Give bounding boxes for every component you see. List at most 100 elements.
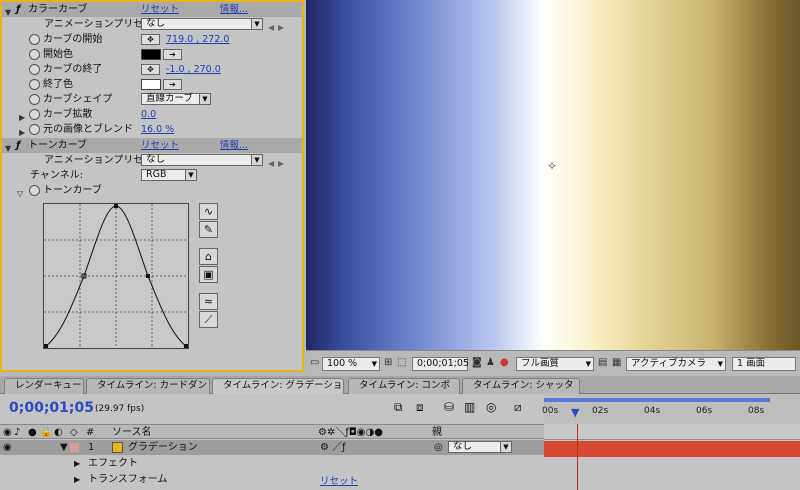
open-folder-icon[interactable]: ⌂ (199, 248, 218, 265)
tab-timeline-comp1[interactable]: タイムライン: コンポ 1 (348, 378, 460, 405)
column-source-name[interactable]: ソース名 (112, 425, 152, 440)
monitor-icon[interactable]: ▭ (310, 357, 319, 368)
time-ruler[interactable]: 00s 02s 04s 06s 08s ▼ (542, 394, 800, 424)
reset-linear-icon[interactable]: ⟋ (199, 311, 218, 328)
layer-row[interactable]: ◉ ▼ 1 グラデーション ⚙ ／ƒ ◎ なし ▼ (0, 440, 544, 455)
eyedropper-icon[interactable]: ➔ (163, 79, 182, 90)
stopwatch-icon[interactable] (29, 94, 40, 105)
current-time-indicator[interactable] (577, 424, 578, 490)
eye-icon[interactable]: ◉ (3, 440, 12, 455)
channel-icon[interactable]: ● (500, 357, 509, 368)
roi-icon[interactable]: ▤ (598, 357, 607, 368)
stopwatch-icon[interactable] (29, 64, 40, 75)
transform-reset-link[interactable]: リセット (320, 473, 358, 487)
stopwatch-icon[interactable] (29, 34, 40, 45)
tone-preset-dropdown[interactable]: なし ▼ (141, 154, 263, 166)
color-curve-reset-link[interactable]: リセット (141, 2, 179, 17)
snapshot-icon[interactable]: ◙ (472, 357, 482, 368)
label-column-icon[interactable]: ◇ (70, 425, 78, 440)
motion-blur-icon[interactable]: ◎ (486, 400, 496, 414)
views-dropdown[interactable]: 1 画面 (732, 357, 796, 371)
track-header-area (544, 424, 800, 440)
transform-group-row[interactable]: ▶ トランスフォーム リセット (0, 472, 544, 487)
tab-timeline-shutter[interactable]: タイムライン: シャッター (462, 378, 580, 405)
layer-duration-bar[interactable] (544, 441, 800, 457)
transparency-grid-icon[interactable]: ▦ (612, 357, 621, 368)
stopwatch-icon[interactable] (29, 124, 40, 135)
curve-end-value[interactable]: -1.0 , 270.0 (166, 62, 221, 77)
chevron-down-icon: ▼ (251, 155, 262, 165)
channel-dropdown[interactable]: RGB ▼ (141, 169, 197, 181)
tone-curve-graph[interactable] (43, 203, 189, 349)
ruler-tick-label: 02s (592, 406, 609, 416)
safe-margins-icon[interactable]: ⊞ (384, 357, 392, 368)
curve-point[interactable] (146, 274, 150, 278)
tab-render-queue[interactable]: レンダーキュー (4, 378, 84, 394)
column-parent[interactable]: 親 (432, 425, 442, 440)
audio-icon[interactable]: ♪ (14, 425, 20, 440)
start-color-swatch[interactable] (141, 49, 161, 60)
expand-triangle-icon[interactable]: ▶ (74, 456, 80, 471)
frame-blending-icon[interactable]: ▥ (464, 400, 475, 414)
parent-dropdown[interactable]: なし ▼ (448, 441, 512, 453)
eyedropper-icon[interactable]: ➔ (163, 49, 182, 60)
curve-point[interactable] (44, 344, 48, 348)
stopwatch-icon[interactable] (29, 185, 40, 196)
end-color-swatch[interactable] (141, 79, 161, 90)
work-area-bar[interactable] (544, 398, 770, 402)
expand-triangle-icon[interactable]: ▼ (60, 440, 68, 455)
blend-value[interactable]: 16.0 % (141, 122, 174, 137)
tone-curve-header[interactable]: ▼ ƒ トーンカーブ リセット 情報... (2, 138, 302, 153)
tone-curve-info-link[interactable]: 情報... (220, 138, 248, 153)
tone-curve-title: トーンカーブ (28, 140, 87, 151)
live-update-icon[interactable]: ⧈ (416, 400, 424, 415)
show-snapshot-icon[interactable]: ♟ (486, 357, 495, 368)
composition-viewer[interactable]: ✧ (306, 0, 800, 350)
resolution-dropdown[interactable]: フル画質 ▼ (516, 357, 594, 371)
playhead-icon[interactable]: ▼ (571, 406, 579, 419)
fps-label: (29.97 fps) (95, 404, 145, 414)
layer-switches-icon[interactable]: ⚙✲＼ƒ◘◉◑● (318, 425, 383, 440)
draft-3d-icon[interactable]: ⛁ (444, 400, 454, 414)
crosshair-icon[interactable]: ✥ (141, 64, 160, 75)
shy-icon[interactable]: ◐ (54, 425, 63, 440)
layer-quality-icon[interactable]: ⚙ ／ƒ (320, 440, 346, 455)
graph-editor-icon[interactable]: ⧄ (514, 400, 522, 415)
expand-triangle-icon[interactable]: ▽ (17, 186, 23, 201)
tone-curve-reset-link[interactable]: リセット (141, 138, 179, 153)
expand-triangle-icon[interactable]: ▶ (74, 472, 80, 487)
save-icon[interactable]: ▣ (199, 266, 218, 283)
stopwatch-icon[interactable] (29, 109, 40, 120)
stopwatch-icon[interactable] (29, 49, 40, 60)
preset-dropdown[interactable]: なし ▼ (141, 18, 263, 30)
curve-point[interactable] (114, 204, 118, 208)
current-timecode[interactable]: 0;00;01;05 (9, 400, 94, 416)
column-number[interactable]: # (86, 425, 94, 440)
scatter-value[interactable]: 0.0 (141, 107, 156, 122)
smooth-icon[interactable]: ≈ (199, 293, 218, 310)
pencil-tool-icon[interactable]: ✎ (199, 221, 218, 238)
region-icon[interactable]: ⬚ (397, 357, 406, 368)
stopwatch-icon[interactable] (29, 79, 40, 90)
video-visibility-icon[interactable]: ◉ (3, 425, 12, 440)
color-curve-info-link[interactable]: 情報... (220, 2, 248, 17)
tab-timeline-card-dance[interactable]: タイムライン: カードダンス (86, 378, 210, 405)
effects-group-row[interactable]: ▶ エフェクト (0, 456, 544, 471)
curve-shape-dropdown[interactable]: 直線カーブ ▼ (141, 93, 211, 105)
parent-pickwhip-icon[interactable]: ◎ (434, 440, 443, 455)
color-curve-header[interactable]: ▼ ƒ カラーカーブ リセット 情報... (2, 2, 302, 17)
zoom-dropdown[interactable]: 100 % ▼ (322, 357, 380, 371)
anchor-crosshair-icon[interactable]: ✧ (547, 159, 557, 173)
camera-dropdown[interactable]: アクティブカメラ ▼ (626, 357, 726, 371)
comp-mini-flowchart-icon[interactable]: ⧉ (394, 400, 403, 415)
curve-point[interactable] (184, 344, 188, 348)
timecode-display[interactable]: 0;00;01;05 (412, 357, 469, 371)
curve-start-value[interactable]: 719.0 , 272.0 (166, 32, 229, 47)
bezier-curve-tool-icon[interactable]: ∿ (199, 203, 218, 220)
tab-timeline-gradation[interactable]: タイムライン: グラデーション× (212, 378, 344, 405)
crosshair-icon[interactable]: ✥ (141, 34, 160, 45)
lock-icon[interactable]: 🔒 (40, 425, 52, 440)
solo-icon[interactable]: ● (28, 425, 37, 440)
layer-label-color[interactable] (70, 443, 79, 452)
layer-name[interactable]: グラデーション (128, 440, 198, 455)
